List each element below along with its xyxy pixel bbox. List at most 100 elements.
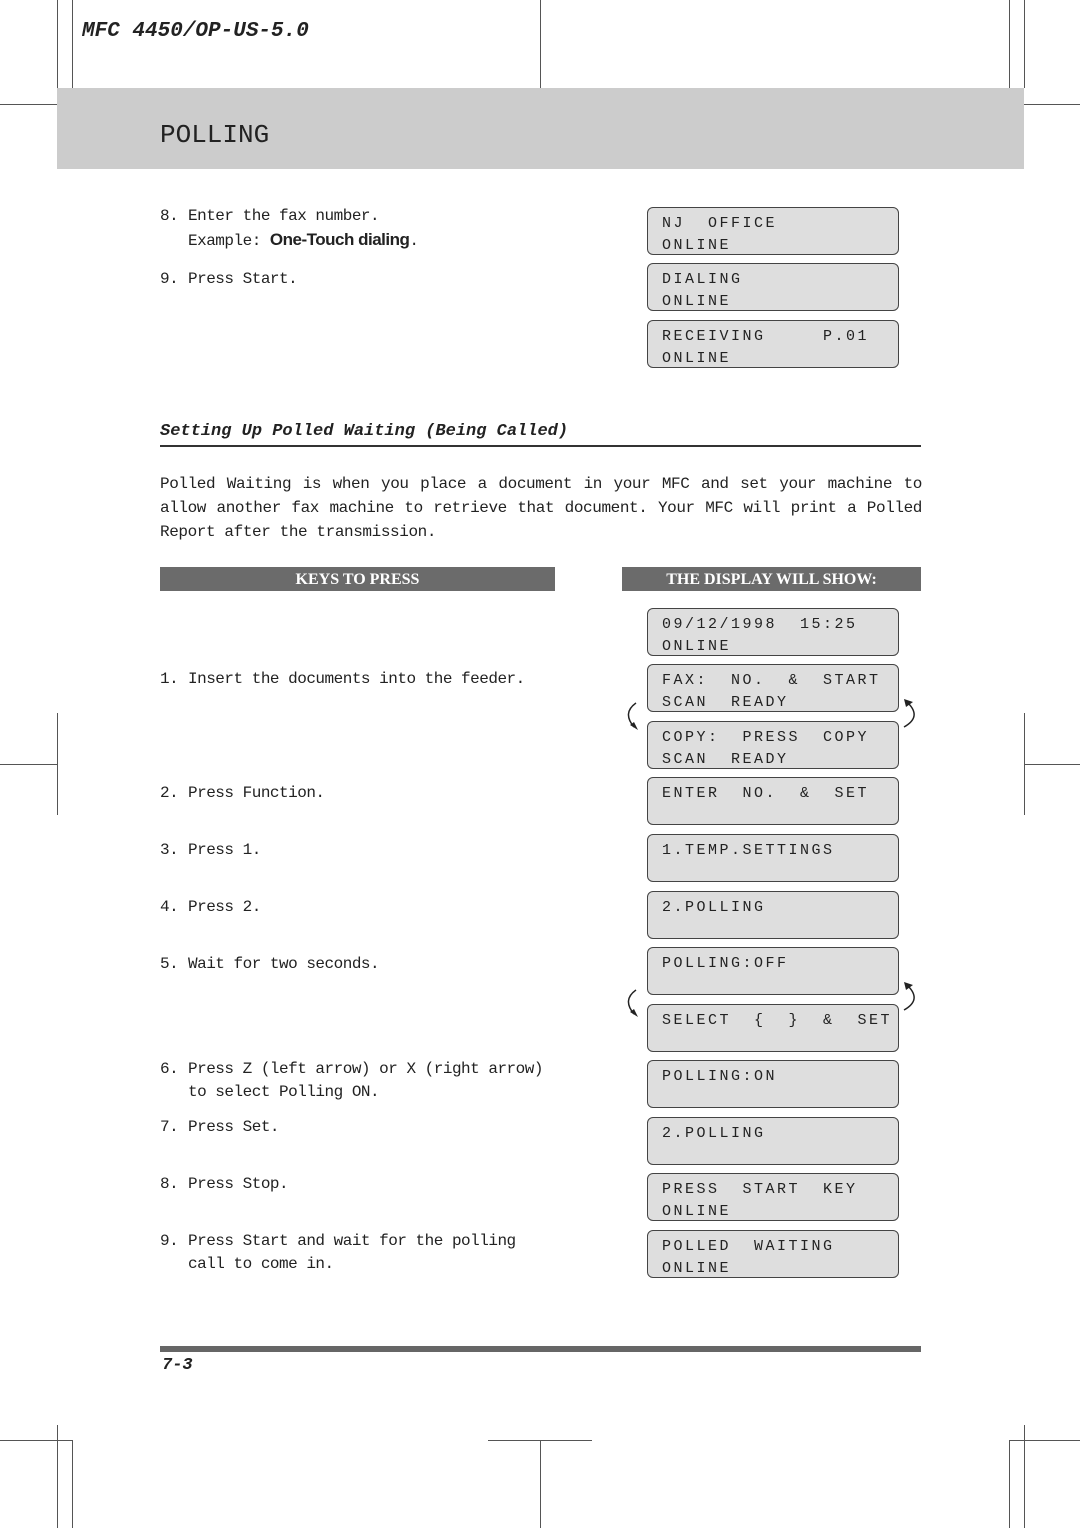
step-4: 4. Press 2. xyxy=(160,896,560,919)
step-text: Insert the documents into the feeder. xyxy=(188,670,525,688)
lcd-line: POLLING:ON xyxy=(662,1068,778,1085)
crop-mark xyxy=(0,104,57,105)
lcd-display: FAX: NO. & START SCAN READY xyxy=(647,664,899,712)
lcd-line: ONLINE xyxy=(662,638,732,655)
lcd-display: 09/12/1998 15:25 ONLINE xyxy=(647,608,899,656)
step-text: Press Stop. xyxy=(188,1175,289,1193)
top-step-8: 8. Enter the fax number. Example: One-To… xyxy=(160,205,560,253)
step-6: 6. Press Z (left arrow) or X (right arrow… xyxy=(160,1058,560,1104)
display-header: THE DISPLAY WILL SHOW: xyxy=(622,567,921,591)
cycle-arrow-icon xyxy=(903,982,915,1011)
lcd-line: POLLED WAITING xyxy=(662,1238,835,1255)
lcd-display: COPY: PRESS COPY SCAN READY xyxy=(647,721,899,769)
step-number: 8. xyxy=(160,207,179,225)
lcd-line: 2.POLLING xyxy=(662,1125,766,1142)
step-7: 7. Press Set. xyxy=(160,1116,560,1139)
step-number: 7. xyxy=(160,1118,179,1136)
step-number: 5. xyxy=(160,955,179,973)
lcd-line: SCAN READY xyxy=(662,751,789,768)
step-number: 9. xyxy=(160,1232,179,1250)
model-header: MFC 4450/OP-US-5.0 xyxy=(82,20,309,43)
lcd-line: ONLINE xyxy=(662,1260,732,1277)
section-rule xyxy=(160,445,921,447)
step-number: 9. xyxy=(160,270,179,288)
step-text: Enter the fax number. xyxy=(188,207,380,225)
chapter-title: POLLING xyxy=(160,120,270,150)
crop-mark xyxy=(1009,1440,1080,1441)
keys-header: KEYS TO PRESS xyxy=(160,567,555,591)
crop-mark xyxy=(57,713,58,815)
lcd-display: SELECT { } & SET xyxy=(647,1004,899,1052)
step-3: 3. Press 1. xyxy=(160,839,560,862)
step-text: Press Start. xyxy=(188,270,298,288)
lcd-display: RECEIVING P.01 ONLINE xyxy=(647,320,899,368)
crop-mark xyxy=(1024,104,1080,105)
lcd-line: FAX: NO. & START xyxy=(662,672,881,689)
lcd-line: ENTER NO. & SET xyxy=(662,785,870,802)
step-text: Press Function. xyxy=(188,784,325,802)
step-text: Wait for two seconds. xyxy=(188,955,380,973)
crop-mark xyxy=(1009,0,1010,88)
crop-mark xyxy=(0,1440,72,1441)
crop-mark xyxy=(72,0,73,88)
lcd-display: POLLING:OFF xyxy=(647,947,899,995)
lcd-display: POLLED WAITING ONLINE xyxy=(647,1230,899,1278)
section-paragraph: Polled Waiting is when you place a docum… xyxy=(160,475,922,541)
lcd-display: PRESS START KEY ONLINE xyxy=(647,1173,899,1221)
crop-mark xyxy=(540,0,541,88)
lcd-display: NJ OFFICE ONLINE xyxy=(647,207,899,255)
step-number: 6. xyxy=(160,1060,179,1078)
section-title: Setting Up Polled Waiting (Being Called) xyxy=(160,422,569,441)
lcd-display: 2.POLLING xyxy=(647,1117,899,1165)
step-text: Press Set. xyxy=(188,1118,280,1136)
example-end: . xyxy=(409,232,419,250)
lcd-line: SCAN READY xyxy=(662,694,789,711)
lcd-display: POLLING:ON xyxy=(647,1060,899,1108)
footer-rule xyxy=(160,1346,921,1352)
step-9: 9. Press Start and wait for the polling c… xyxy=(160,1230,560,1276)
lcd-line: POLLING:OFF xyxy=(662,955,789,972)
lcd-line: SELECT { } & SET xyxy=(662,1012,893,1029)
lcd-line: ONLINE xyxy=(662,237,732,254)
step-number: 1. xyxy=(160,670,179,688)
lcd-display: 1.TEMP.SETTINGS xyxy=(647,834,899,882)
page-number: 7-3 xyxy=(162,1356,193,1375)
lcd-line: ONLINE xyxy=(662,1203,732,1220)
crop-mark xyxy=(1024,0,1025,88)
lcd-display: DIALING ONLINE xyxy=(647,263,899,311)
step-text: Press Start and wait for the polling cal… xyxy=(188,1232,516,1273)
crop-mark xyxy=(0,764,57,765)
lcd-line: 2.POLLING xyxy=(662,899,766,916)
step-number: 8. xyxy=(160,1175,179,1193)
lcd-display: ENTER NO. & SET xyxy=(647,777,899,825)
step-number: 4. xyxy=(160,898,179,916)
top-step-9: 9. Press Start. xyxy=(160,268,560,291)
step-number: 3. xyxy=(160,841,179,859)
example-label: Example: xyxy=(188,232,261,250)
cycle-arrow-icon xyxy=(903,699,915,728)
lcd-line: DIALING xyxy=(662,271,743,288)
step-number: 2. xyxy=(160,784,179,802)
cycle-arrow-icon xyxy=(627,989,638,1017)
step-text: Press 2. xyxy=(188,898,261,916)
crop-mark xyxy=(72,1440,73,1528)
manual-page: MFC 4450/OP-US-5.0 POLLING 8. Enter the … xyxy=(0,0,1080,1528)
crop-mark xyxy=(57,0,58,88)
lcd-line: NJ OFFICE xyxy=(662,215,778,232)
lcd-line: ONLINE xyxy=(662,350,732,367)
step-1: 1. Insert the documents into the feeder. xyxy=(160,668,560,691)
lcd-line: RECEIVING P.01 xyxy=(662,328,870,345)
crop-mark xyxy=(1009,1440,1010,1528)
step-8: 8. Press Stop. xyxy=(160,1173,560,1196)
lcd-line: ONLINE xyxy=(662,293,732,310)
step-text: Press 1. xyxy=(188,841,261,859)
lcd-display: 2.POLLING xyxy=(647,891,899,939)
crop-mark xyxy=(1024,764,1080,765)
lcd-line: 1.TEMP.SETTINGS xyxy=(662,842,835,859)
step-5: 5. Wait for two seconds. xyxy=(160,953,560,976)
example-value: One-Touch dialing xyxy=(269,230,410,249)
crop-mark xyxy=(540,1440,541,1528)
lcd-line: COPY: PRESS COPY xyxy=(662,729,870,746)
step-text: Press Z (left arrow) or X (right arrow) … xyxy=(188,1060,543,1101)
cycle-arrow-icon xyxy=(627,702,638,730)
